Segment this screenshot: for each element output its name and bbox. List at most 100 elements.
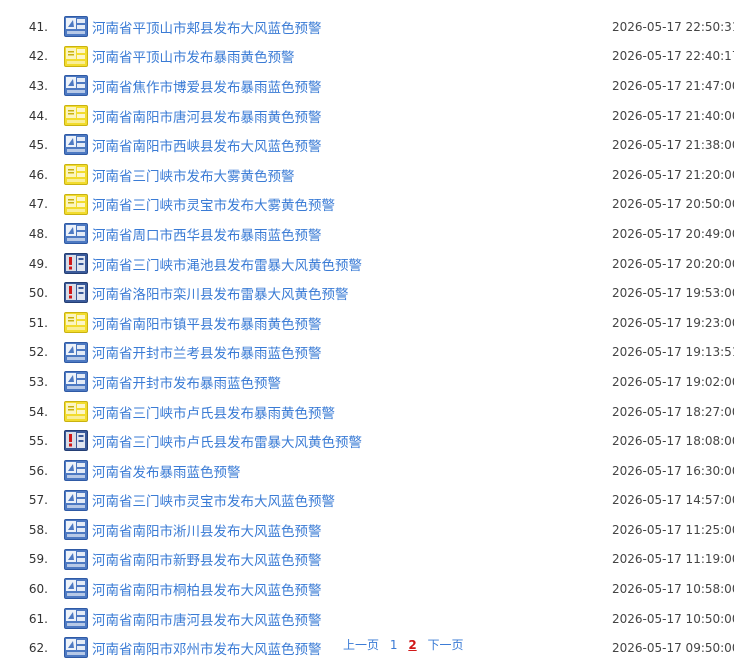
warning-list: 41. 河南省平顶山市郏县发布大风蓝色预警 2026-05-17 22:50:31 4… (0, 12, 734, 663)
warning-title-link[interactable]: 河南省南阳市邓州市发布大风蓝色预警 (92, 638, 322, 658)
blue-wind-warning-icon[interactable] (64, 16, 88, 37)
publish-time: 2026-05-17 18:27:00 (612, 404, 734, 419)
list-item: 57. 河南省三门峡市灵宝市发布大风蓝色预警 2026-05-17 14:57:00 (0, 486, 734, 516)
item-number: 54. (28, 404, 48, 419)
list-item: 45. 河南省南阳市西峡县发布大风蓝色预警 2026-05-17 21:38:00 (0, 130, 734, 160)
list-item: 49. 河南省三门峡市渑池县发布雷暴大风黄色预警 2026-05-17 20:20:… (0, 249, 734, 279)
warning-title-link[interactable]: 河南省开封市兰考县发布暴雨蓝色预警 (92, 342, 322, 362)
list-item: 59. 河南省南阳市新野县发布大风蓝色预警 2026-05-17 11:19:00 (0, 545, 734, 575)
item-number: 47. (28, 197, 48, 212)
page-2-current[interactable]: 2 (408, 638, 416, 652)
page-1-link[interactable]: 1 (390, 638, 398, 652)
publish-time: 2026-05-17 18:08:00 (612, 434, 734, 449)
warning-title-link[interactable]: 河南省南阳市唐河县发布暴雨黄色预警 (92, 106, 322, 126)
list-item: 51. 河南省南阳市镇平县发布暴雨黄色预警 2026-05-17 19:23:00 (0, 308, 734, 338)
list-item: 46. 河南省三门峡市发布大雾黄色预警 2026-05-17 21:20:00 (0, 160, 734, 190)
blue-wind-warning-icon[interactable] (64, 578, 88, 600)
yellow-rainstorm-warning-icon[interactable] (64, 45, 88, 67)
blue-wind-warning-icon[interactable] (64, 548, 88, 570)
item-number: 58. (28, 522, 48, 537)
warning-title-link[interactable]: 河南省三门峡市卢氏县发布雷暴大风黄色预警 (92, 431, 362, 451)
item-number: 51. (28, 315, 48, 330)
warning-title-link[interactable]: 河南省周口市西华县发布暴雨蓝色预警 (92, 224, 322, 244)
list-item: 48. 河南省周口市西华县发布暴雨蓝色预警 2026-05-17 20:49:00 (0, 219, 734, 249)
warning-title-link[interactable]: 河南省开封市发布暴雨蓝色预警 (92, 372, 281, 392)
blue-rainstorm-warning-icon[interactable] (64, 341, 88, 363)
item-number: 57. (28, 493, 48, 508)
list-item: 60. 河南省南阳市桐柏县发布大风蓝色预警 2026-05-17 10:58:00 (0, 574, 734, 604)
warning-title-link[interactable]: 河南省三门峡市灵宝市发布大雾黄色预警 (92, 194, 335, 214)
warning-title-link[interactable]: 河南省平顶山市发布暴雨黄色预警 (92, 46, 295, 66)
publish-time: 2026-05-17 09:50:00 (612, 641, 734, 656)
publish-time: 2026-05-17 20:20:00 (612, 256, 734, 271)
list-item: 44. 河南省南阳市唐河县发布暴雨黄色预警 2026-05-17 21:40:00 (0, 101, 734, 131)
publish-time: 2026-05-17 11:25:00 (612, 522, 734, 537)
publish-time: 2026-05-17 19:23:00 (612, 315, 734, 330)
warning-title-link[interactable]: 河南省三门峡市卢氏县发布暴雨黄色预警 (92, 402, 335, 422)
warning-title-link[interactable]: 河南省南阳市西峡县发布大风蓝色预警 (92, 135, 322, 155)
item-number: 49. (28, 256, 48, 271)
blue-rainstorm-warning-icon[interactable] (64, 459, 88, 481)
list-item: 50. 河南省洛阳市栾川县发布雷暴大风黄色预警 2026-05-17 19:53:0… (0, 278, 734, 308)
publish-time: 2026-05-17 21:20:00 (612, 167, 734, 182)
prev-page-link[interactable]: 上一页 (343, 638, 379, 652)
blue-rainstorm-warning-icon[interactable] (64, 75, 88, 97)
warning-title-link[interactable]: 河南省南阳市桐柏县发布大风蓝色预警 (92, 579, 322, 599)
publish-time: 2026-05-17 14:57:00 (612, 493, 734, 508)
item-number: 44. (28, 108, 48, 123)
yellow-rainstorm-warning-icon[interactable] (64, 104, 88, 126)
warning-title-link[interactable]: 河南省南阳市唐河县发布大风蓝色预警 (92, 609, 322, 629)
publish-time: 2026-05-17 21:40:00 (612, 108, 734, 123)
blue-wind-warning-icon[interactable] (64, 519, 88, 541)
publish-time: 2026-05-17 22:50:31 (612, 19, 734, 34)
warning-title-link[interactable]: 河南省南阳市镇平县发布暴雨黄色预警 (92, 313, 322, 333)
publish-time: 2026-05-17 16:30:00 (612, 463, 734, 478)
warning-title-link[interactable]: 河南省南阳市新野县发布大风蓝色预警 (92, 549, 322, 569)
thunderstorm-wind-warning-icon[interactable] (64, 282, 88, 304)
item-number: 41. (28, 19, 48, 34)
item-number: 59. (28, 552, 48, 567)
warning-title-link[interactable]: 河南省洛阳市栾川县发布雷暴大风黄色预警 (92, 283, 349, 303)
publish-time: 2026-05-17 19:53:00 (612, 286, 734, 301)
item-number: 56. (28, 463, 48, 478)
warning-title-link[interactable]: 河南省三门峡市灵宝市发布大风蓝色预警 (92, 490, 335, 510)
thunderstorm-wind-warning-icon[interactable] (64, 430, 88, 452)
warning-title-link[interactable]: 河南省三门峡市发布大雾黄色预警 (92, 165, 295, 185)
list-item: 52. 河南省开封市兰考县发布暴雨蓝色预警 2026-05-17 19:13:51 (0, 338, 734, 368)
item-number: 61. (28, 611, 48, 626)
list-item: 56. 河南省发布暴雨蓝色预警 2026-05-17 16:30:00 (0, 456, 734, 486)
publish-time: 2026-05-17 19:13:51 (612, 345, 734, 360)
item-number: 48. (28, 226, 48, 241)
blue-wind-warning-icon[interactable] (64, 637, 88, 659)
warning-title-link[interactable]: 河南省南阳市淅川县发布大风蓝色预警 (92, 520, 322, 540)
blue-wind-warning-icon[interactable] (64, 607, 88, 629)
list-item: 41. 河南省平顶山市郏县发布大风蓝色预警 2026-05-17 22:50:31 (0, 12, 734, 42)
item-number: 55. (28, 434, 48, 449)
warning-title-link[interactable]: 河南省三门峡市渑池县发布雷暴大风黄色预警 (92, 254, 362, 274)
thunderstorm-wind-warning-icon[interactable] (64, 252, 88, 274)
blue-wind-warning-icon[interactable] (64, 134, 88, 156)
item-number: 42. (28, 49, 48, 64)
publish-time: 2026-05-17 21:47:00 (612, 78, 734, 93)
blue-rainstorm-warning-icon[interactable] (64, 371, 88, 393)
publish-time: 2026-05-17 19:02:00 (612, 374, 734, 389)
warning-title-link[interactable]: 河南省平顶山市郏县发布大风蓝色预警 (92, 17, 322, 37)
blue-wind-warning-icon[interactable] (64, 489, 88, 511)
warning-title-link[interactable]: 河南省焦作市博爱县发布暴雨蓝色预警 (92, 76, 322, 96)
list-item: 47. 河南省三门峡市灵宝市发布大雾黄色预警 2026-05-17 20:50:00 (0, 190, 734, 220)
yellow-fog-warning-icon[interactable] (64, 163, 88, 185)
item-number: 45. (28, 138, 48, 153)
yellow-fog-warning-icon[interactable] (64, 193, 88, 215)
item-number: 62. (28, 641, 48, 656)
next-page-link[interactable]: 下一页 (428, 638, 464, 652)
item-number: 53. (28, 374, 48, 389)
publish-time: 2026-05-17 10:58:00 (612, 582, 734, 597)
blue-rainstorm-warning-icon[interactable] (64, 223, 88, 245)
pagination: 上一页 1 2 下一页 (343, 636, 471, 653)
list-item: 53. 河南省开封市发布暴雨蓝色预警 2026-05-17 19:02:00 (0, 367, 734, 397)
warning-title-link[interactable]: 河南省发布暴雨蓝色预警 (92, 461, 241, 481)
yellow-rainstorm-warning-icon[interactable] (64, 311, 88, 333)
list-item: 58. 河南省南阳市淅川县发布大风蓝色预警 2026-05-17 11:25:00 (0, 515, 734, 545)
yellow-rainstorm-warning-icon[interactable] (64, 400, 88, 422)
list-item: 42. 河南省平顶山市发布暴雨黄色预警 2026-05-17 22:40:17 (0, 42, 734, 72)
